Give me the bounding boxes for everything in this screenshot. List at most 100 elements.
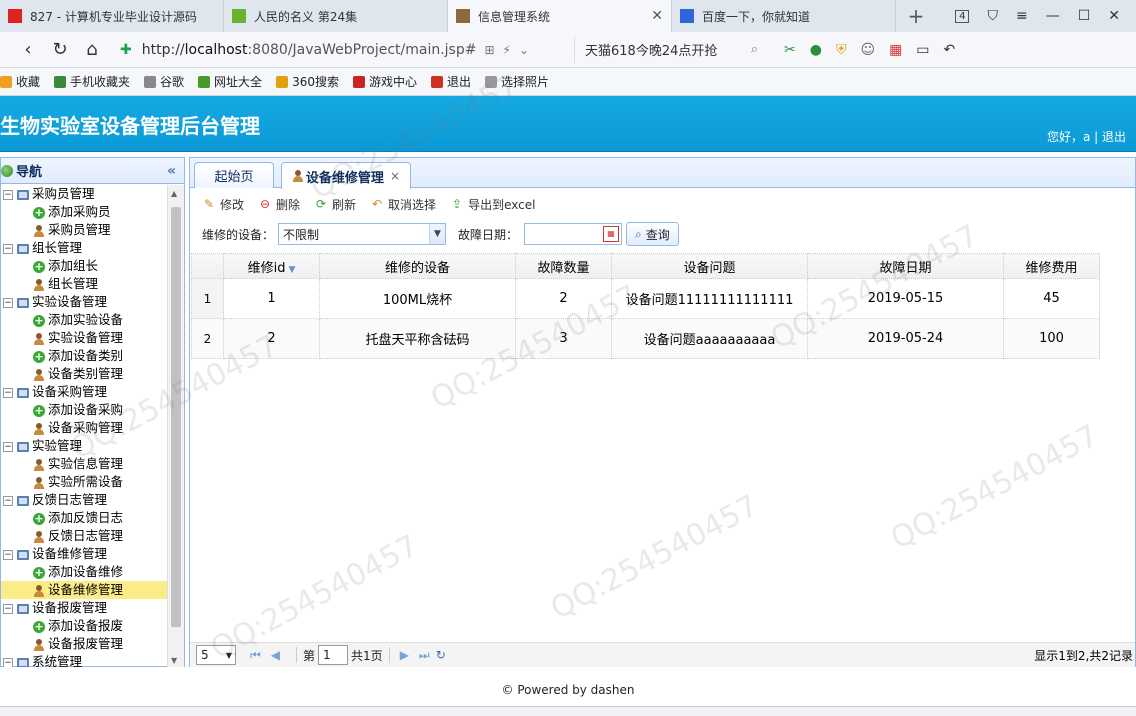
query-button[interactable]: ⌕ 查询 [626,222,679,246]
scroll-thumb[interactable] [171,207,181,627]
nav-item[interactable]: 实验所需设备 [1,473,167,491]
export-excel-button[interactable]: ⇪ 导出到excel [450,196,535,213]
bookmark-item[interactable]: 退出 [430,73,471,90]
table-row[interactable]: 1 1 100ML烧杯 2 设备问题11111111111111 2019-05-15 45 [191,278,1100,319]
column-header[interactable]: 故障数量 [515,253,612,279]
battery-icon[interactable]: ▭ [916,42,929,58]
browser-tab[interactable]: 827 - 计算机专业毕业设计源码 [0,0,224,32]
nav-group[interactable]: − 实验管理 [1,437,167,455]
maximize-icon[interactable]: ☐ [1078,8,1091,24]
bookmark-item[interactable]: 360搜索 [276,73,339,90]
bookmark-item[interactable]: 收藏 [0,73,40,90]
tree-toggle-icon[interactable]: − [3,603,13,614]
reload-page-icon[interactable]: ↻ [436,648,446,662]
url-tools-icons[interactable]: ⊞⚡⌄ [484,43,537,57]
nav-group[interactable]: − 组长管理 [1,239,167,257]
nav-group[interactable]: − 反馈日志管理 [1,491,167,509]
nav-group[interactable]: − 实验设备管理 [1,293,167,311]
nav-group[interactable]: − 设备维修管理 [1,545,167,563]
browser-tab[interactable]: 信息管理系统 ✕ [448,0,672,32]
back-icon[interactable]: ‹ [12,39,44,60]
nav-scrollbar[interactable]: ▲ ▼ [167,185,184,667]
home-icon[interactable]: ⌂ [76,39,108,60]
column-header[interactable]: 维修的设备 [319,253,516,279]
refresh-button[interactable]: ⟳ 刷新 [314,196,356,213]
first-prev-page-icons[interactable]: ⏮◀ [250,648,290,663]
bookmark-item[interactable]: 选择照片 [485,73,549,90]
bookmark-item[interactable]: 游戏中心 [352,73,417,90]
collapse-icon[interactable]: « [167,163,176,179]
nav-item[interactable]: + 添加反馈日志 [1,509,167,527]
browser-tab[interactable]: 百度一下，你就知道 [672,0,896,32]
tree-toggle-icon[interactable]: − [3,495,13,506]
close-window-icon[interactable]: ✕ [1108,8,1120,24]
nav-group[interactable]: − 系统管理 [1,653,167,667]
nav-item[interactable]: 设备报废管理 [1,635,167,653]
column-header[interactable]: 维修费用 [1003,253,1100,279]
new-tab-button[interactable]: + [896,0,936,32]
sort-desc-icon[interactable]: ▼ [288,265,295,275]
tree-toggle-icon[interactable]: − [3,441,13,452]
nav-item[interactable]: + 添加设备维修 [1,563,167,581]
apps-icon[interactable]: ▦ [889,42,902,58]
scroll-up-icon[interactable]: ▲ [171,189,177,198]
bookmark-item[interactable]: 手机收藏夹 [54,73,130,90]
reload-icon[interactable]: ↻ [44,39,76,60]
tree-toggle-icon[interactable]: − [3,243,13,254]
chevron-down-icon[interactable]: ▼ [429,224,446,244]
chat-icon[interactable]: ☺ [860,42,875,58]
undo-icon[interactable]: ↶ [944,42,956,58]
tree-toggle-icon[interactable]: − [3,657,13,667]
browser-tab[interactable]: 人民的名义 第24集 [224,0,448,32]
minimize-icon[interactable]: — [1046,8,1060,24]
device-select[interactable]: 不限制 ▼ [278,223,447,245]
tab-repair-management[interactable]: 设备维修管理 × [281,162,411,189]
nav-item[interactable]: 反馈日志管理 [1,527,167,545]
scroll-down-icon[interactable]: ▼ [171,656,177,665]
translate-icon[interactable]: ● [810,42,822,58]
chevron-down-icon[interactable]: ▼ [226,651,232,660]
close-tab-icon[interactable]: ✕ [651,8,663,24]
column-header[interactable]: 故障日期 [807,253,1004,279]
url-input[interactable]: ✚ http://localhost:8080/JavaWebProject/m… [120,37,562,63]
menu-icon[interactable]: ≡ [1016,8,1028,24]
nav-item[interactable]: + 添加设备采购 [1,401,167,419]
nav-item[interactable]: + 添加组长 [1,257,167,275]
bookmark-item[interactable]: 网址大全 [198,73,262,90]
shield-badge-icon[interactable]: ⛨ [836,42,847,58]
nav-group[interactable]: − 设备采购管理 [1,383,167,401]
scissors-icon[interactable]: ✂ [784,42,796,58]
tree-toggle-icon[interactable]: − [3,189,13,200]
tree-toggle-icon[interactable]: − [3,297,13,308]
nav-item[interactable]: 设备维修管理 [1,581,167,599]
column-header[interactable]: 设备问题 [611,253,808,279]
nav-item[interactable]: 设备类别管理 [1,365,167,383]
page-size-select[interactable]: 5 ▼ [196,645,236,665]
page-number-input[interactable]: 1 [318,645,349,665]
next-last-page-icons[interactable]: ▶⏭ [400,648,440,663]
nav-item[interactable]: + 添加设备类别 [1,347,167,365]
search-icon[interactable]: ⌕ [751,42,758,57]
nav-item[interactable]: 实验设备管理 [1,329,167,347]
column-header[interactable]: 维修id ▼ [223,253,320,279]
user-greeting[interactable]: 您好，a | 退出 [1047,128,1126,145]
shirt-icon[interactable]: ⛉ [987,8,998,24]
nav-group[interactable]: − 设备报废管理 [1,599,167,617]
cancel-selection-button[interactable]: ↶ 取消选择 [370,196,436,213]
nav-item[interactable]: + 添加设备报废 [1,617,167,635]
tree-toggle-icon[interactable]: − [3,549,13,560]
nav-group[interactable]: − 采购员管理 [1,185,167,203]
nav-item[interactable]: 设备采购管理 [1,419,167,437]
nav-item[interactable]: 组长管理 [1,275,167,293]
nav-item[interactable]: 采购员管理 [1,221,167,239]
tab-home[interactable]: 起始页 [194,162,274,188]
bookmark-item[interactable]: 谷歌 [144,73,184,90]
nav-item[interactable]: + 添加实验设备 [1,311,167,329]
calendar-icon[interactable]: ▦ [603,226,620,242]
nav-item[interactable]: 实验信息管理 [1,455,167,473]
tree-toggle-icon[interactable]: − [3,387,13,398]
table-row[interactable]: 2 2 托盘天平称含砝码 3 设备问题aaaaaaaaaa 2019-05-24 100 [191,318,1100,359]
nav-item[interactable]: + 添加采购员 [1,203,167,221]
edit-button[interactable]: ✎ 修改 [202,196,244,213]
tab-count-badge[interactable]: 4 [955,9,970,23]
